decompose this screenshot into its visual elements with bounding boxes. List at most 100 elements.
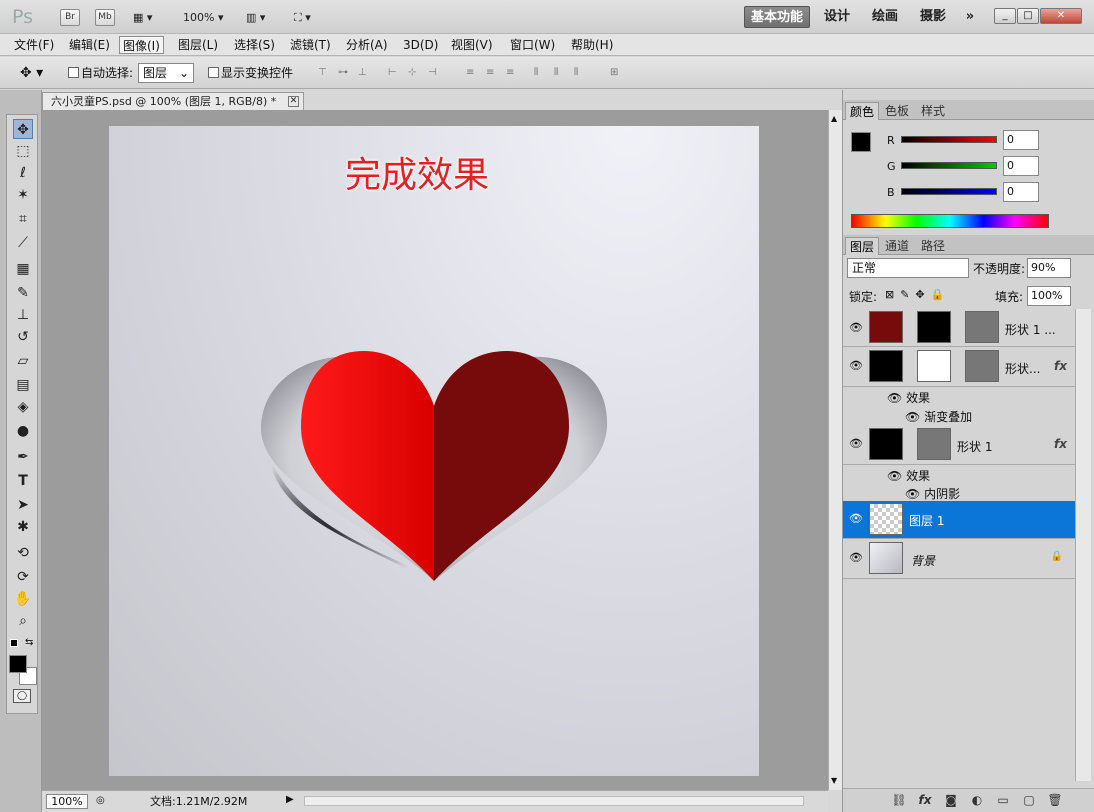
distribute-top-icon[interactable]: ≡ — [466, 67, 480, 79]
gradient-tool-icon[interactable]: ▤ — [13, 375, 33, 395]
color-spectrum[interactable] — [851, 214, 1049, 228]
layer-row[interactable]: 👁 背景 🔒 — [843, 539, 1075, 579]
blend-mode-dropdown[interactable]: 正常 — [847, 258, 969, 278]
red-track[interactable] — [901, 136, 997, 143]
auto-align-icon[interactable]: ⊞ — [610, 67, 624, 79]
visibility-eye-icon[interactable]: 👁 — [905, 410, 924, 424]
layers-scrollbar[interactable] — [1075, 309, 1091, 781]
layer-row[interactable]: 👁 形状 1 fx — [843, 425, 1075, 465]
scroll-up-icon[interactable]: ▲ — [831, 114, 837, 123]
green-track[interactable] — [901, 162, 997, 169]
menu-view[interactable]: 视图(V) — [448, 36, 496, 54]
layer-name[interactable]: 形状 1 ... — [1005, 321, 1056, 338]
hand-tool-icon[interactable]: ✋ — [13, 589, 33, 609]
restore-button[interactable]: □ — [1017, 8, 1039, 24]
fx-icon[interactable]: fx — [1054, 359, 1067, 373]
distribute-right-icon[interactable]: ⫴ — [574, 67, 588, 79]
effect-row[interactable]: 👁 内阴影 — [905, 485, 960, 502]
distribute-vcenter-icon[interactable]: ≡ — [486, 67, 500, 79]
align-left-icon[interactable]: ⊢ — [388, 67, 402, 79]
layer-name[interactable]: 背景 — [911, 552, 935, 569]
green-value-field[interactable]: 0 — [1003, 156, 1039, 176]
scroll-down-icon[interactable]: ▼ — [831, 776, 837, 785]
eraser-tool-icon[interactable]: ▱ — [13, 351, 33, 371]
brush-tool-icon[interactable]: ✎ — [13, 283, 33, 303]
screen-mode-dropdown[interactable]: ⛶ ▾ — [294, 9, 311, 26]
effect-row[interactable]: 👁 渐变叠加 — [905, 408, 972, 425]
marquee-tool-icon[interactable]: ⬚ — [13, 141, 33, 161]
align-vcenter-icon[interactable]: ⊶ — [338, 67, 352, 79]
menu-window[interactable]: 窗口(W) — [507, 36, 558, 54]
layer-row[interactable]: 👁 形状 1 ... — [843, 309, 1075, 347]
auto-select-dropdown[interactable]: 图层 ⌄ — [138, 63, 194, 83]
tab-channels[interactable]: 通道 — [881, 237, 913, 255]
document-window[interactable]: 完成效果 — [42, 110, 828, 790]
effects-row[interactable]: 👁 效果 — [887, 389, 930, 406]
quick-selection-tool-icon[interactable]: ✶ — [13, 185, 33, 205]
workspace-painting[interactable]: 绘画 — [868, 6, 902, 28]
menu-3d[interactable]: 3D(D) — [400, 36, 441, 54]
align-hcenter-icon[interactable]: ⊹ — [408, 67, 422, 79]
document-tab[interactable]: 六小灵童PS.psd @ 100% (图层 1, RGB/8) * ✕ — [42, 92, 304, 110]
foreground-color-swatch[interactable] — [9, 655, 27, 673]
effects-row[interactable]: 👁 效果 — [887, 467, 930, 484]
tab-paths[interactable]: 路径 — [917, 237, 949, 255]
zoom-field[interactable]: 100% — [46, 794, 88, 809]
canvas[interactable]: 完成效果 — [109, 126, 759, 776]
menu-filter[interactable]: 滤镜(T) — [287, 36, 334, 54]
shape-tool-icon[interactable]: ✱ — [13, 517, 33, 537]
menu-help[interactable]: 帮助(H) — [568, 36, 616, 54]
bridge-button[interactable]: Br — [60, 9, 80, 26]
tab-color[interactable]: 颜色 — [845, 102, 880, 120]
layer-name[interactable]: 图层 1 — [909, 512, 944, 529]
new-layer-icon[interactable]: ▢ — [1021, 793, 1037, 809]
visibility-eye-icon[interactable]: 👁 — [887, 469, 906, 483]
distribute-bottom-icon[interactable]: ≡ — [506, 67, 520, 79]
type-tool-icon[interactable]: T — [13, 471, 33, 491]
minimize-button[interactable]: _ — [994, 8, 1016, 24]
pen-tool-icon[interactable]: ✒ — [13, 447, 33, 467]
visibility-eye-icon[interactable]: 👁 — [849, 551, 863, 565]
blue-track[interactable] — [901, 188, 997, 195]
menu-analysis[interactable]: 分析(A) — [343, 36, 391, 54]
layer-name[interactable]: 形状... — [1005, 360, 1040, 377]
move-tool-preset-icon[interactable]: ✥ ▾ — [20, 65, 43, 81]
eyedropper-tool-icon[interactable]: ⟋ — [13, 233, 33, 253]
menu-layer[interactable]: 图层(L) — [175, 36, 221, 54]
align-top-icon[interactable]: ⊤ — [318, 67, 332, 79]
default-colors-icon[interactable] — [10, 639, 18, 647]
visibility-eye-icon[interactable]: 👁 — [887, 391, 906, 405]
zoom-level-dropdown[interactable]: 100% ▾ — [183, 9, 223, 26]
tab-layers[interactable]: 图层 — [845, 237, 880, 255]
more-workspaces-button[interactable]: » — [960, 6, 980, 28]
align-right-icon[interactable]: ⊣ — [428, 67, 442, 79]
status-icon[interactable]: ◎ — [96, 795, 105, 806]
move-tool-icon[interactable]: ✥ — [13, 119, 33, 139]
menu-select[interactable]: 选择(S) — [231, 36, 278, 54]
visibility-eye-icon[interactable]: 👁 — [849, 359, 863, 373]
swap-colors-icon[interactable]: ⇆ — [25, 637, 33, 648]
mini-bridge-button[interactable]: Mb — [95, 9, 115, 26]
blue-value-field[interactable]: 0 — [1003, 182, 1039, 202]
workspace-design[interactable]: 设计 — [820, 6, 854, 28]
vertical-scrollbar[interactable]: ▲ ▼ — [828, 110, 842, 790]
zoom-tool-icon[interactable]: ⌕ — [13, 611, 33, 631]
layer-row-selected[interactable]: 👁 图层 1 — [843, 501, 1075, 539]
add-style-icon[interactable]: fx — [917, 793, 933, 809]
menu-edit[interactable]: 编辑(E) — [66, 36, 113, 54]
close-icon[interactable]: ✕ — [288, 96, 299, 107]
adjustment-layer-icon[interactable]: ◐ — [969, 793, 985, 809]
link-layers-icon[interactable]: ⛓ — [891, 793, 907, 809]
fx-icon[interactable]: fx — [1054, 437, 1067, 451]
red-value-field[interactable]: 0 — [1003, 130, 1039, 150]
visibility-eye-icon[interactable]: 👁 — [849, 321, 863, 335]
visibility-eye-icon[interactable]: 👁 — [905, 487, 924, 501]
workspace-photography[interactable]: 摄影 — [916, 6, 950, 28]
layer-row[interactable]: 👁 形状... fx — [843, 347, 1075, 387]
status-menu-icon[interactable]: ▶ — [286, 794, 294, 805]
red-slider[interactable]: R 0 — [843, 130, 1094, 154]
healing-brush-tool-icon[interactable]: ▦ — [13, 259, 33, 279]
crop-tool-icon[interactable]: ⌗ — [13, 209, 33, 229]
dodge-tool-icon[interactable]: ● — [13, 421, 33, 441]
lock-icons[interactable]: ⊠✎✥🔒 — [885, 288, 950, 301]
